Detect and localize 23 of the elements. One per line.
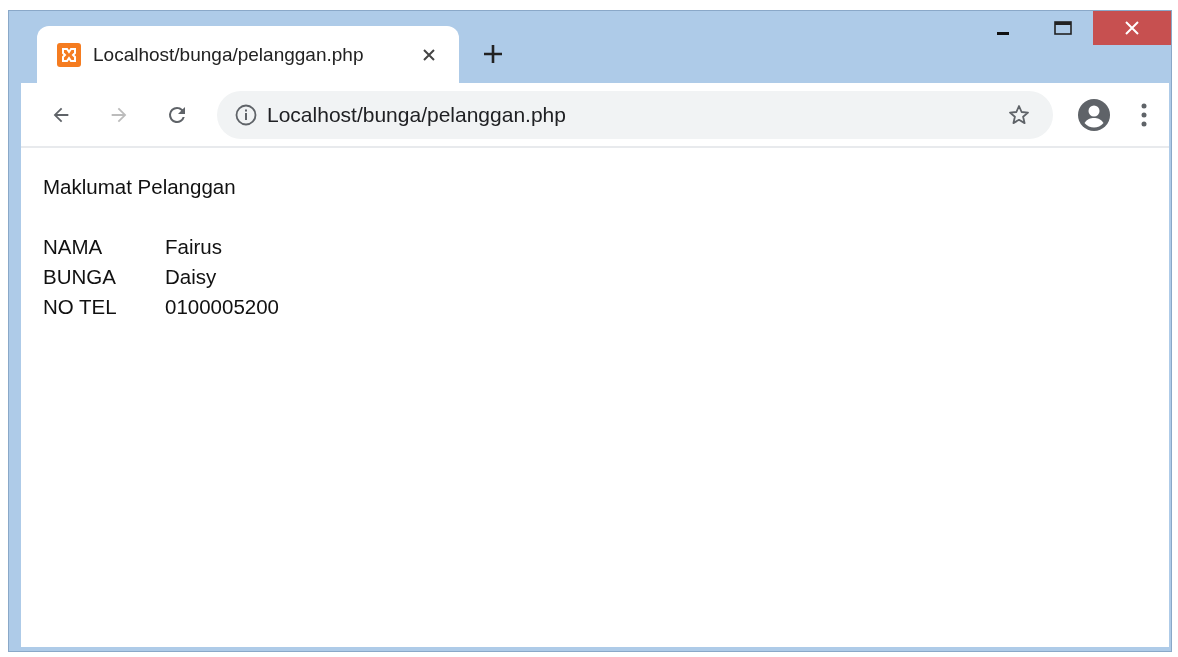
profile-icon — [1077, 97, 1111, 132]
url-text: Localhost/bunga/pelanggan.php — [267, 102, 566, 127]
close-icon — [1125, 21, 1139, 35]
field-label: BUNGA — [43, 264, 117, 290]
field-label: NAMA — [43, 234, 104, 260]
close-button[interactable] — [1093, 11, 1171, 45]
maximize-icon — [1054, 21, 1072, 35]
close-icon — [423, 48, 435, 61]
plus-icon — [483, 44, 503, 64]
field-value: Fairus — [165, 234, 223, 260]
address-bar[interactable]: Localhost/bunga/pelanggan.php — [217, 90, 1053, 139]
field-value: 0100005200 — [165, 294, 279, 320]
info-icon — [235, 103, 257, 126]
menu-icon — [1141, 102, 1147, 127]
page-heading: Maklumat Pelanggan — [43, 174, 237, 200]
star-icon — [1007, 102, 1031, 127]
browser-tab[interactable]: Localhost/bunga/pelanggan.php — [37, 26, 459, 83]
minimize-icon — [997, 31, 1009, 35]
field-label: NO TEL — [43, 294, 118, 320]
field-value: Daisy — [165, 264, 218, 290]
app-logo-icon — [57, 42, 81, 67]
tab-title: Localhost/bunga/pelanggan.php — [93, 43, 365, 66]
new-tab-button[interactable] — [481, 42, 505, 66]
